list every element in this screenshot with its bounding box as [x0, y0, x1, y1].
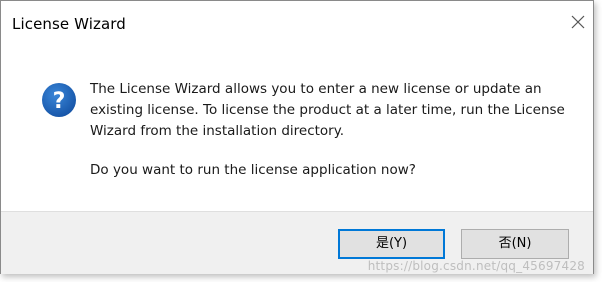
no-button[interactable]: 否(N): [461, 229, 569, 259]
watermark-text: https://blog.csdn.net/qq_45697428: [367, 259, 585, 273]
message-text: The License Wizard allows you to enter a…: [90, 79, 570, 181]
message-line: Wizard from the installation directory.: [90, 123, 345, 139]
message-area: ? The License Wizard allows you to enter…: [1, 39, 593, 203]
question-icon: ?: [41, 82, 77, 118]
message-line: existing license. To license the product…: [90, 102, 565, 118]
license-wizard-dialog: License Wizard ? The License Wizard allo…: [0, 0, 594, 274]
svg-text:?: ?: [53, 89, 66, 114]
close-icon[interactable]: [571, 15, 585, 29]
yes-button[interactable]: 是(Y): [338, 229, 445, 259]
button-bar: 是(Y) 否(N) https://blog.csdn.net/qq_45697…: [1, 211, 593, 274]
message-line: The License Wizard allows you to enter a…: [90, 81, 542, 97]
title-bar[interactable]: License Wizard: [1, 1, 593, 39]
window-title: License Wizard: [12, 15, 126, 33]
question-text: Do you want to run the license applicati…: [90, 162, 416, 178]
